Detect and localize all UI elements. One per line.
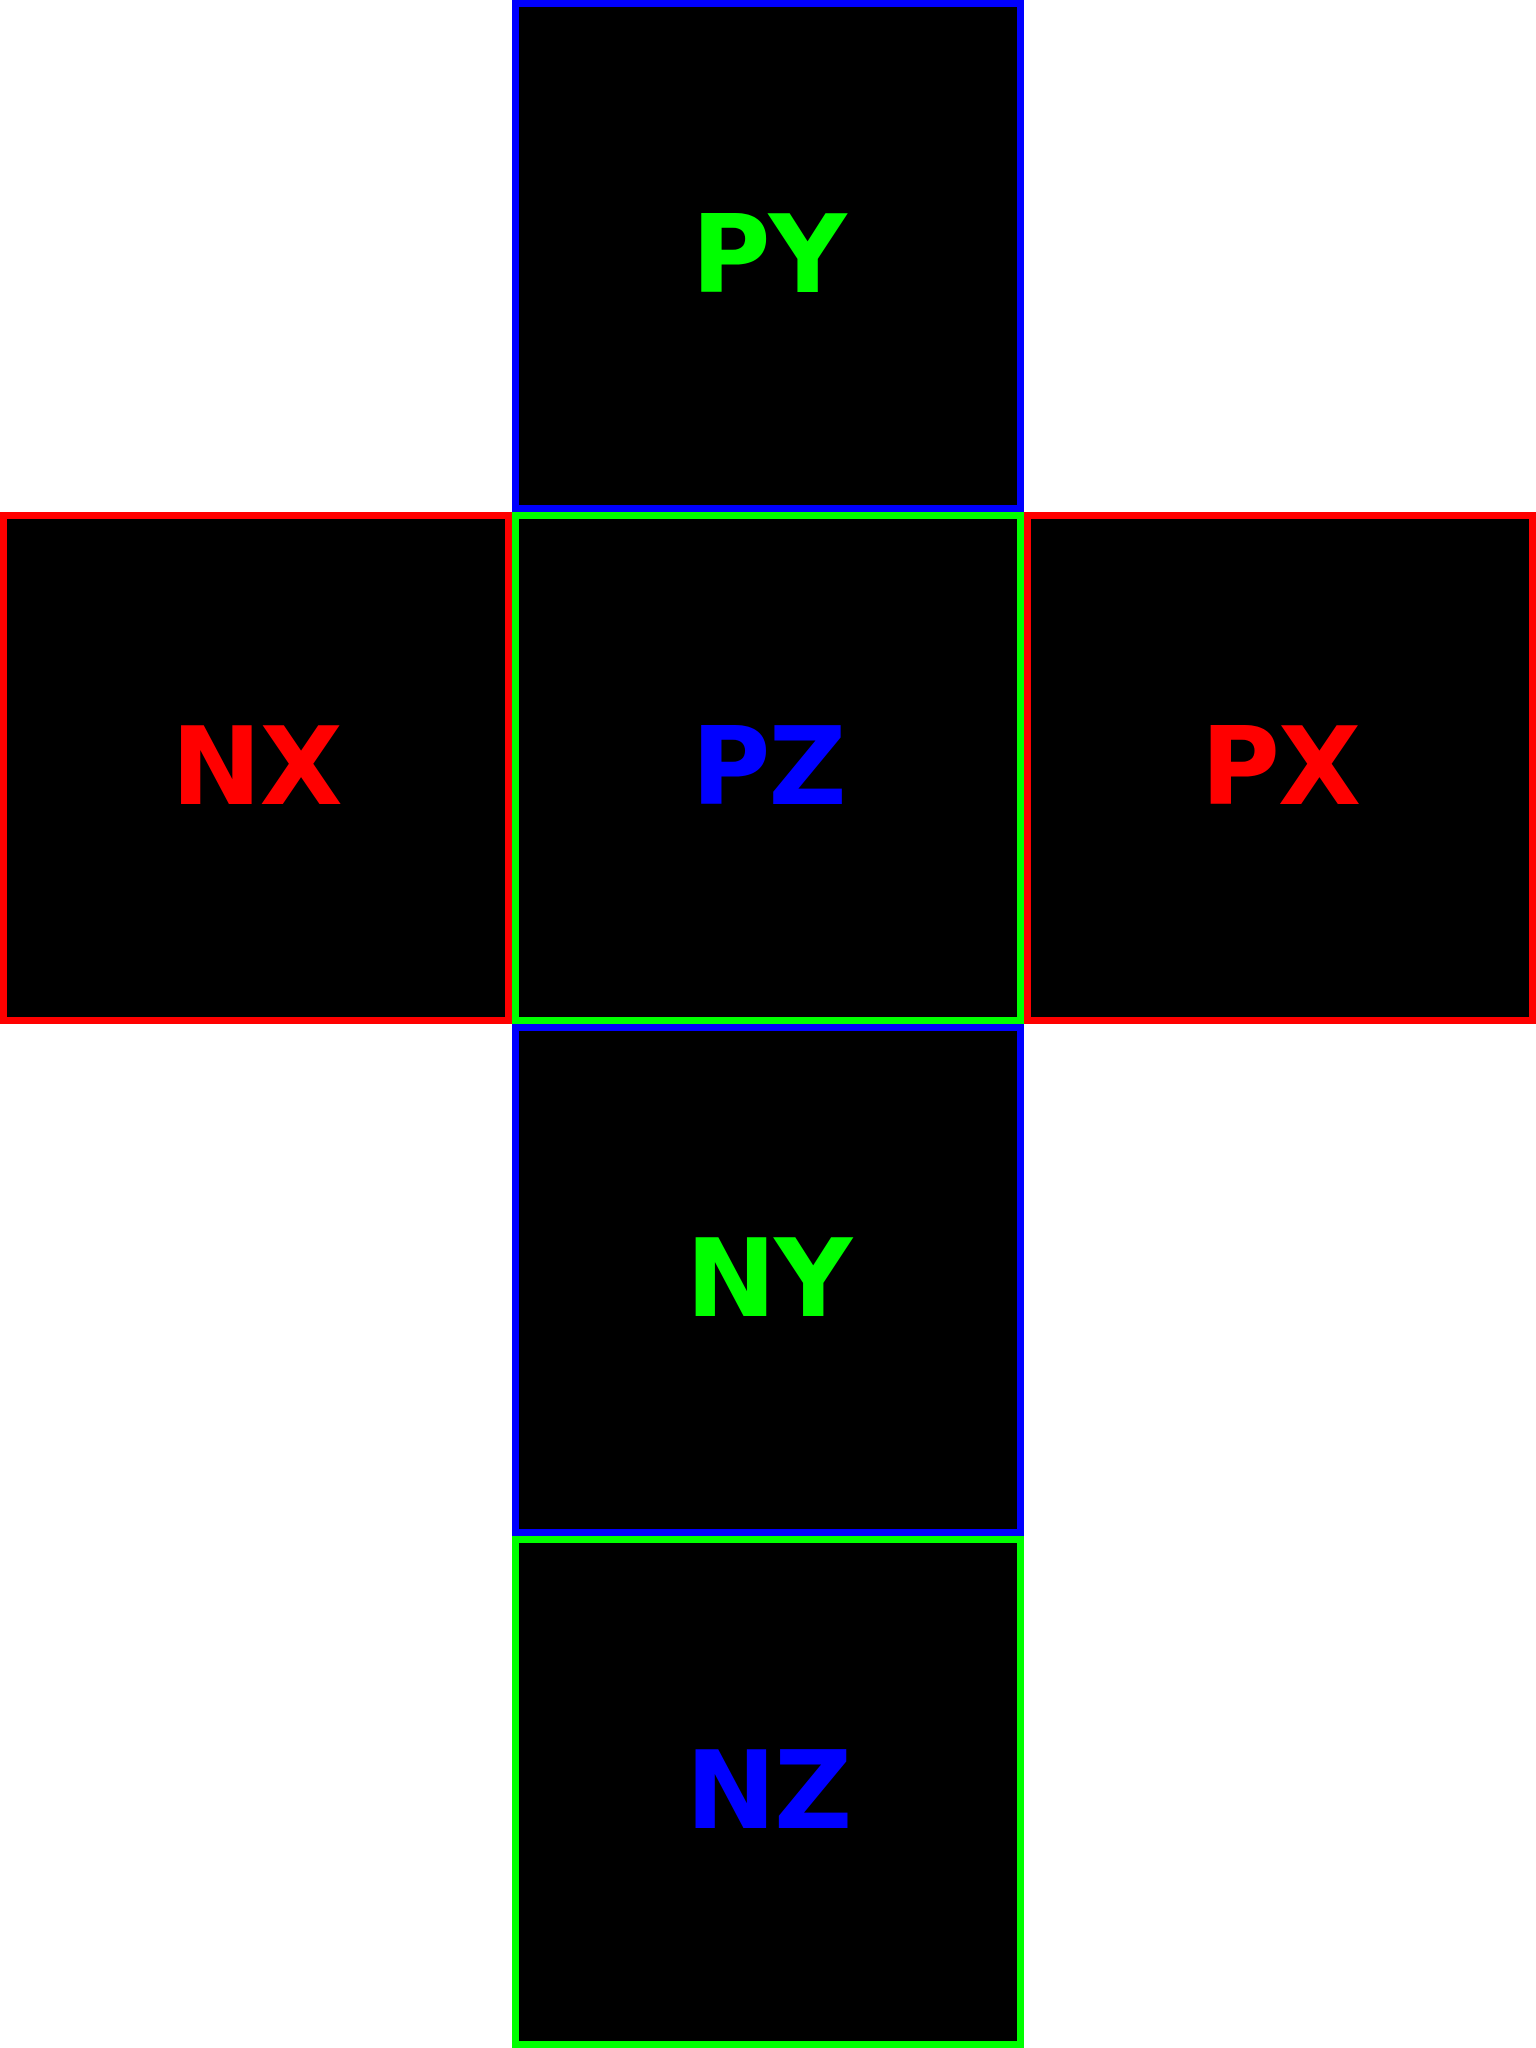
cube-face-nx: NX: [0, 512, 512, 1024]
face-label-nx: NX: [171, 705, 343, 830]
face-label-px: PX: [1200, 705, 1361, 830]
face-label-nz: NZ: [685, 1729, 853, 1854]
cube-face-ny: NY: [512, 1024, 1024, 1536]
face-label-ny: NY: [685, 1217, 853, 1342]
face-label-py: PY: [691, 193, 846, 318]
cube-face-px: PX: [1024, 512, 1536, 1024]
cube-face-nz: NZ: [512, 1536, 1024, 2048]
cube-face-py: PY: [512, 0, 1024, 512]
cube-face-pz: PZ: [512, 512, 1024, 1024]
face-label-pz: PZ: [691, 705, 846, 830]
